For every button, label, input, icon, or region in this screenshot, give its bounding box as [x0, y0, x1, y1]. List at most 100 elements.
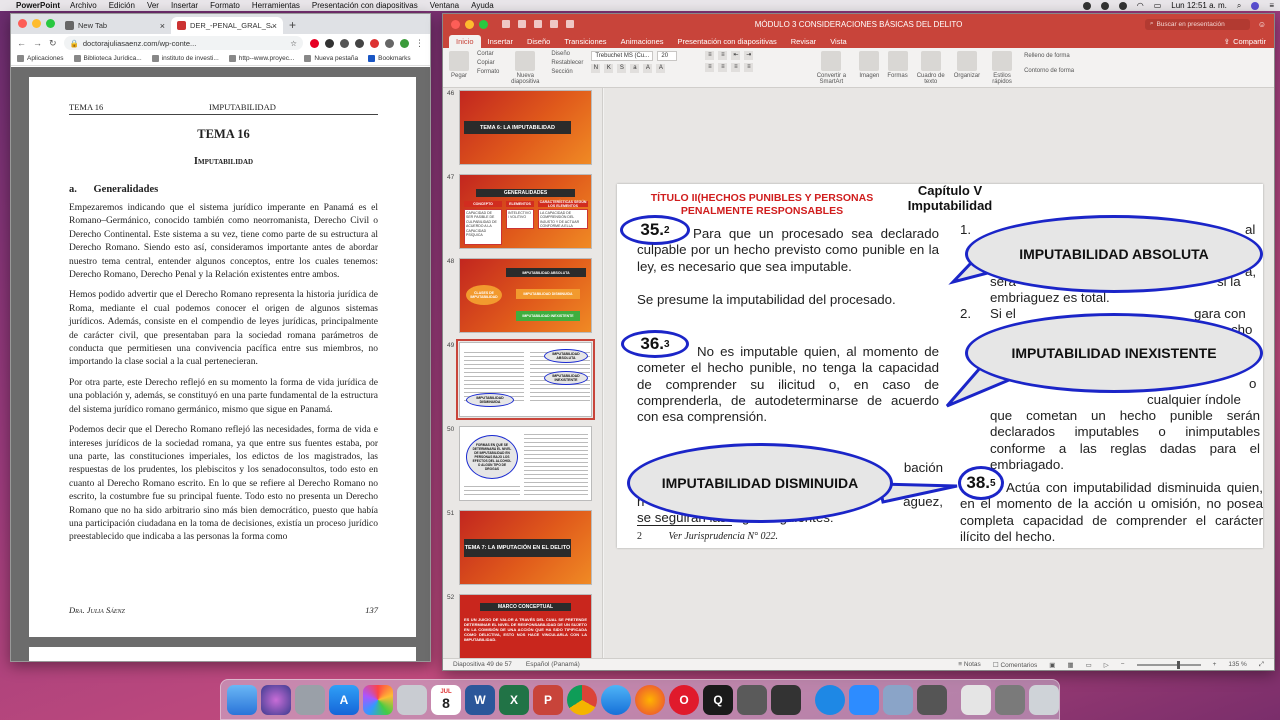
maximize-window-button[interactable] [479, 19, 488, 29]
search-icon[interactable]: ⌕ [1237, 1, 1241, 11]
dock-printer-icon[interactable] [771, 684, 801, 715]
share-button[interactable]: ⇪ Compartir [1224, 35, 1274, 48]
forward-icon[interactable]: → [33, 38, 42, 48]
bubble-imputabilidad-inexistente[interactable]: IMPUTABILIDAD INEXISTENTE [965, 313, 1263, 393]
dock-trash-icon[interactable] [1029, 684, 1059, 715]
browser-tab-pdf[interactable]: DER_-PENAL_GRAL_SAENZ-1. × [171, 17, 283, 34]
bookmark-nueva-pestana[interactable]: Nueva pestaña [304, 55, 358, 62]
status-icon[interactable] [1118, 1, 1127, 10]
extension-pinterest-icon[interactable] [310, 38, 319, 48]
zoom-out-icon[interactable]: − [1121, 661, 1125, 668]
home-icon[interactable] [502, 20, 510, 28]
align-left-icon[interactable]: ≡ [705, 63, 715, 72]
align-right-icon[interactable]: ≡ [731, 63, 741, 72]
slide-editor[interactable]: TÍTULO II(HECHOS PUNIBLES Y PERSONAS PEN… [604, 88, 1274, 659]
layout-button[interactable]: Diseño [551, 51, 583, 57]
dock-opera-icon[interactable]: O [669, 684, 699, 715]
sorter-view-icon[interactable]: ▦ [1067, 661, 1073, 669]
article-35-text[interactable]: Para que un procesado sea declarado culp… [637, 226, 939, 275]
format-painter-button[interactable]: Formato [477, 69, 499, 75]
dock-image-capture-icon[interactable] [883, 684, 913, 715]
clock[interactable]: Lun 12:51 a. m. [1171, 1, 1227, 10]
dock-chrome-icon[interactable] [567, 684, 597, 715]
italic-icon[interactable]: K [604, 64, 614, 73]
tab-transiciones[interactable]: Transiciones [557, 35, 613, 48]
tab-vista[interactable]: Vista [823, 35, 854, 48]
zoom-slider[interactable] [1136, 660, 1201, 669]
slide-thumbnail-47[interactable]: 47 GENERALIDADES CONCEPTO ELEMENTOS CARA… [447, 174, 592, 249]
font-size-select[interactable]: 20 [657, 51, 678, 61]
bookmark-instituto[interactable]: instituto de investi... [151, 55, 219, 62]
menu-dots-icon[interactable]: ⋮ [415, 38, 424, 48]
redo-icon[interactable] [550, 20, 558, 28]
align-center-icon[interactable]: ≡ [718, 63, 728, 72]
reading-view-icon[interactable]: ▭ [1086, 661, 1092, 669]
article-35-text-2[interactable]: Se presume la imputabilidad del procesad… [637, 292, 939, 308]
profile-avatar[interactable] [400, 38, 409, 48]
convert-smartart-button[interactable]: Convertir a SmartArt [811, 51, 851, 85]
dock-excel-icon[interactable]: X [499, 684, 529, 715]
bookmark-star-icon[interactable]: ☆ [290, 39, 297, 48]
extension-icon[interactable] [385, 38, 394, 48]
arrange-button[interactable]: Organizar [954, 51, 980, 79]
dock-app-icon[interactable] [815, 684, 845, 715]
dock-app-store-icon[interactable]: A [329, 684, 359, 715]
menu-edicion[interactable]: Edición [109, 1, 135, 10]
minimize-window-button[interactable] [465, 19, 474, 29]
maximize-window-button[interactable] [46, 19, 55, 28]
notes-button[interactable]: ≡ Notas [958, 661, 981, 668]
bold-icon[interactable]: N [591, 64, 601, 73]
font-color-icon[interactable]: A [643, 64, 653, 73]
dock-finder-icon[interactable] [227, 684, 257, 715]
back-icon[interactable]: ← [17, 38, 26, 48]
copy-button[interactable]: Copiar [477, 60, 499, 66]
pdf-viewer[interactable]: TEMA 16 IMPUTABILIDAD TEMA 16 Imputabili… [11, 67, 430, 661]
tab-inicio[interactable]: Inicio [449, 35, 481, 48]
article-36-text[interactable]: No es imputable quien, al momento de com… [637, 344, 939, 425]
close-tab-icon[interactable]: × [272, 21, 277, 31]
menu-formato[interactable]: Formato [210, 1, 240, 10]
zoom-level[interactable]: 135 % [1228, 661, 1246, 668]
menu-app-name[interactable]: PowerPoint [16, 1, 60, 10]
minimize-window-button[interactable] [32, 19, 41, 28]
status-icon[interactable] [1100, 1, 1109, 10]
slide-thumbnails-pane[interactable]: 46 TEMA 6: LA IMPUTABILIDAD 47 GENERALID… [443, 88, 603, 659]
reset-button[interactable]: Restablecer [551, 60, 583, 66]
siri-icon[interactable] [1251, 1, 1260, 10]
bookmark-proyec[interactable]: http--www.proyec... [228, 55, 294, 62]
quick-styles-button[interactable]: Estilos rápidos [988, 51, 1016, 85]
bookmark-apps[interactable]: Aplicaciones [17, 55, 64, 62]
menu-insertar[interactable]: Insertar [171, 1, 198, 10]
address-bar[interactable]: 🔒 doctorajuliasaenz.com/wp-conte... ☆ [63, 36, 303, 50]
dock-screenshot-icon[interactable] [737, 684, 767, 715]
slide-thumbnail-50[interactable]: 50 FORMAS EN QUE SE DETERMINARÁ EL NIVEL… [447, 426, 592, 501]
dock-document-icon[interactable] [961, 684, 991, 715]
tab-diseno[interactable]: Diseño [520, 35, 557, 48]
tab-presentacion[interactable]: Presentación con diapositivas [671, 35, 784, 48]
highlight-icon[interactable]: A [656, 64, 666, 73]
close-window-button[interactable] [18, 19, 27, 28]
close-tab-icon[interactable]: × [160, 21, 165, 31]
dock-firefox-icon[interactable] [635, 684, 665, 715]
current-slide[interactable]: TÍTULO II(HECHOS PUNIBLES Y PERSONAS PEN… [617, 184, 1263, 548]
shape-fill-button[interactable]: Relleno de forma [1024, 53, 1074, 59]
slideshow-view-icon[interactable]: ▷ [1104, 661, 1109, 669]
undo-icon[interactable] [534, 20, 542, 28]
tab-animaciones[interactable]: Animaciones [614, 35, 671, 48]
dock-launchpad-icon[interactable] [295, 684, 325, 715]
slide-thumbnail-46[interactable]: 46 TEMA 6: LA IMPUTABILIDAD [447, 90, 592, 165]
comments-button[interactable]: ☐ Comentarios [993, 661, 1038, 669]
dock-quicktime-icon[interactable]: Q [703, 684, 733, 715]
reload-icon[interactable]: ↻ [49, 38, 57, 49]
fit-slide-icon[interactable]: ⤢ [1259, 661, 1264, 669]
extension-icon[interactable] [355, 38, 364, 48]
menu-ventana[interactable]: Ventana [430, 1, 459, 10]
cut-button[interactable]: Cortar [477, 51, 499, 57]
article-38-text[interactable]: Actúa con imputabilidad disminuida quien… [960, 480, 1263, 545]
dock-zoom-icon[interactable] [849, 684, 879, 715]
dock-preview-icon[interactable] [397, 684, 427, 715]
slide-title[interactable]: TÍTULO II(HECHOS PUNIBLES Y PERSONAS PEN… [637, 192, 887, 218]
tab-revisar[interactable]: Revisar [784, 35, 823, 48]
menu-presentacion[interactable]: Presentación con diapositivas [312, 1, 418, 10]
slide-thumbnail-48[interactable]: 48 CLASES DE IMPUTABILIDAD IMPUTABILIDAD… [447, 258, 592, 333]
